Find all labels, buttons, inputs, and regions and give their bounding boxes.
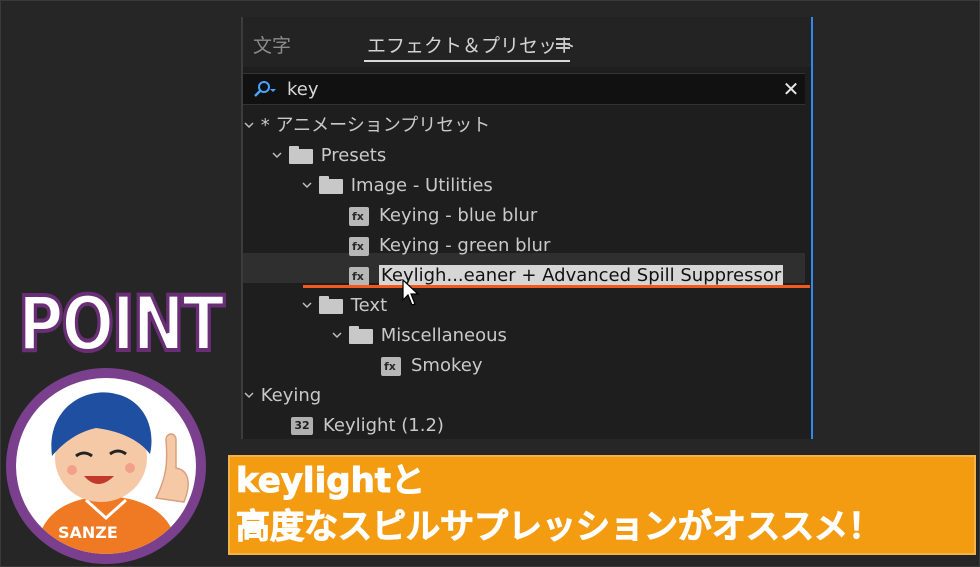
mouse-cursor-icon	[402, 279, 420, 306]
tree-item-label: Smokey	[411, 355, 483, 376]
tree-item-smokey[interactable]: Smokey	[381, 351, 482, 381]
character-illustration: SANZE	[36, 392, 189, 554]
chevron-down-icon[interactable]	[301, 299, 313, 311]
tree-item-text[interactable]: Text	[301, 291, 387, 321]
tree-item-label: * アニメーションプリセット	[260, 115, 491, 136]
tree-item-keying-blue-blur[interactable]: Keying - blue blur	[349, 201, 537, 231]
tree-item-label: Keyligh...eaner + Advanced Spill Suppres…	[379, 265, 784, 286]
tree-item-presets[interactable]: Presets	[271, 141, 386, 171]
search-input[interactable]	[287, 76, 757, 102]
tree-item-animation-presets[interactable]: * アニメーションプリセット	[243, 111, 490, 141]
bit-depth-32-icon: 32	[291, 417, 313, 435]
tree-item-miscellaneous[interactable]: Miscellaneous	[331, 321, 507, 351]
folder-icon	[318, 175, 343, 194]
folder-icon	[318, 295, 343, 314]
point-logo: POINT	[16, 279, 226, 368]
animation-preset-icon	[349, 266, 369, 286]
tree-item-label: Keying	[260, 385, 322, 406]
search-bar: ✕	[243, 73, 805, 105]
animation-preset-icon	[381, 356, 401, 376]
chevron-down-icon[interactable]	[331, 329, 343, 341]
panel-menu-icon[interactable]	[556, 38, 570, 49]
tree-item-label: Keying - green blur	[379, 235, 551, 256]
tab-effects-presets[interactable]: エフェクト＆プリセット	[367, 31, 576, 58]
panel-tab-bar: 文字 エフェクト＆プリセット	[243, 17, 811, 67]
chevron-down-icon[interactable]	[243, 119, 255, 131]
caption-banner: keylightと 高度なスピルサプレッションがオススメ！	[228, 455, 976, 555]
tree-item-keylight-effect[interactable]: 32 Keylight (1.2)	[291, 411, 444, 441]
tree-item-image-utilities[interactable]: Image - Utilities	[301, 171, 493, 201]
folder-icon	[348, 325, 373, 344]
animation-preset-icon	[349, 236, 369, 256]
tree-item-label: Image - Utilities	[350, 175, 493, 196]
tree-item-label: Keying - blue blur	[379, 205, 538, 226]
highlight-underline	[303, 285, 810, 288]
folder-icon	[288, 145, 313, 164]
animation-preset-icon	[349, 206, 369, 226]
search-icon[interactable]	[253, 80, 277, 98]
tree-item-keying-category[interactable]: Keying	[243, 381, 321, 411]
caption-line-1: keylightと	[235, 461, 426, 502]
tree-item-label: Miscellaneous	[380, 325, 507, 346]
chevron-down-icon[interactable]	[271, 149, 283, 161]
tree-item-label: Presets	[320, 145, 387, 166]
tab-character[interactable]: 文字	[253, 31, 291, 58]
chevron-down-icon[interactable]	[301, 179, 313, 191]
effects-presets-panel: 文字 エフェクト＆プリセット ✕ * アニメーションプリセット Presets …	[241, 17, 813, 439]
chevron-down-icon[interactable]	[243, 389, 255, 401]
caption-line-2: 高度なスピルサプレッションがオススメ！	[236, 507, 883, 548]
shirt-text: SANZE	[58, 523, 118, 542]
character-badge: SANZE	[6, 368, 206, 564]
tree-item-label: Keylight (1.2)	[323, 415, 444, 436]
active-tab-indicator	[364, 60, 570, 62]
tree-item-label: Text	[350, 295, 388, 316]
close-icon[interactable]: ✕	[781, 79, 801, 99]
tree-item-keying-green-blur[interactable]: Keying - green blur	[349, 231, 550, 261]
